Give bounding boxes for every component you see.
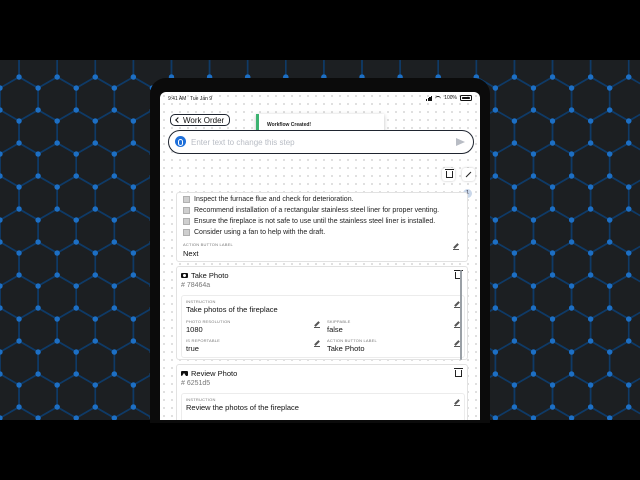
edit-icon[interactable] (454, 399, 460, 405)
checkbox-icon (183, 229, 190, 236)
checkbox-icon (183, 207, 190, 214)
edit-icon[interactable] (453, 243, 459, 249)
photo-resolution-value: 1080 (186, 325, 203, 334)
status-bar: 9:41 AM Tue Jan 9 100% (160, 92, 480, 106)
skippable-value: false (327, 325, 343, 334)
checklist-item[interactable]: Recommend installation of a rectangular … (183, 207, 439, 214)
status-date: Tue Jan 9 (190, 96, 213, 102)
action-button-caption: ACTION BUTTON LABEL (327, 338, 377, 343)
take-photo-step-card: Take Photo # 78464a INSTRUCTION Take pho… (176, 266, 468, 360)
take-photo-header: Take Photo (181, 271, 229, 280)
collapse-icon (465, 171, 472, 178)
review-photo-fields: INSTRUCTION Review the photos of the fir… (181, 393, 465, 420)
delete-step-button[interactable] (442, 168, 455, 181)
is-reportable-value: true (186, 344, 199, 353)
signal-icon (425, 95, 433, 101)
take-photo-fields: INSTRUCTION Take photos of the fireplace… (181, 295, 465, 358)
step-prompt-input[interactable]: Enter text to change this step (168, 130, 474, 154)
review-photo-step-card: Review Photo # 6251d5 INSTRUCTION Review… (176, 364, 468, 420)
scrollbar[interactable] (460, 270, 462, 360)
assistant-logo-icon (175, 136, 186, 147)
action-label-value: Next (183, 249, 199, 258)
camera-icon (181, 273, 188, 278)
checklist-step-card: Inspect the furnace flue and check for d… (176, 192, 468, 262)
prompt-placeholder: Enter text to change this step (191, 138, 295, 147)
edit-icon[interactable] (314, 321, 320, 327)
chevron-left-icon (175, 117, 181, 123)
send-icon[interactable] (456, 138, 465, 146)
edit-icon[interactable] (314, 340, 320, 346)
status-indicators: 100% (425, 95, 472, 101)
checklist-item[interactable]: Consider using a fan to help with the dr… (183, 229, 325, 236)
instruction-caption: INSTRUCTION (186, 299, 216, 304)
photo-resolution-caption: PHOTO RESOLUTION (186, 319, 231, 324)
wifi-icon (435, 95, 442, 101)
image-icon (181, 371, 188, 376)
checkbox-icon (183, 196, 190, 203)
checklist-item[interactable]: Ensure the fireplace is not safe to use … (183, 218, 435, 225)
action-button-value: Take Photo (327, 344, 365, 353)
instruction-value: Take photos of the fireplace (186, 305, 278, 314)
battery-icon (460, 95, 472, 101)
step-id: # 78464a (181, 282, 211, 289)
checkbox-icon (183, 218, 190, 225)
step-id: # 6251d5 (181, 380, 211, 387)
take-photo-title: Take Photo (191, 271, 229, 280)
review-photo-header: Review Photo (181, 369, 237, 378)
trash-icon[interactable] (454, 368, 463, 377)
action-label-caption: ACTION BUTTON LABEL (183, 242, 233, 247)
tablet-screen: 9:41 AM Tue Jan 9 100% Work Order Workfl… (160, 92, 480, 420)
checklist-item[interactable]: Inspect the furnace flue and check for d… (183, 196, 354, 203)
status-time: 9:41 AM (168, 96, 187, 102)
instruction-caption: INSTRUCTION (186, 397, 216, 402)
back-button-label: Work Order (183, 115, 225, 125)
instruction-value: Review the photos of the fireplace (186, 403, 299, 412)
review-photo-title: Review Photo (191, 369, 238, 378)
collapse-button[interactable] (462, 168, 475, 181)
skippable-caption: SKIPPABLE (327, 319, 351, 324)
trash-icon (445, 169, 454, 178)
is-reportable-caption: IS REPORTABLE (186, 338, 221, 343)
back-button[interactable]: Work Order (170, 114, 231, 126)
battery-percent: 100% (444, 95, 457, 101)
